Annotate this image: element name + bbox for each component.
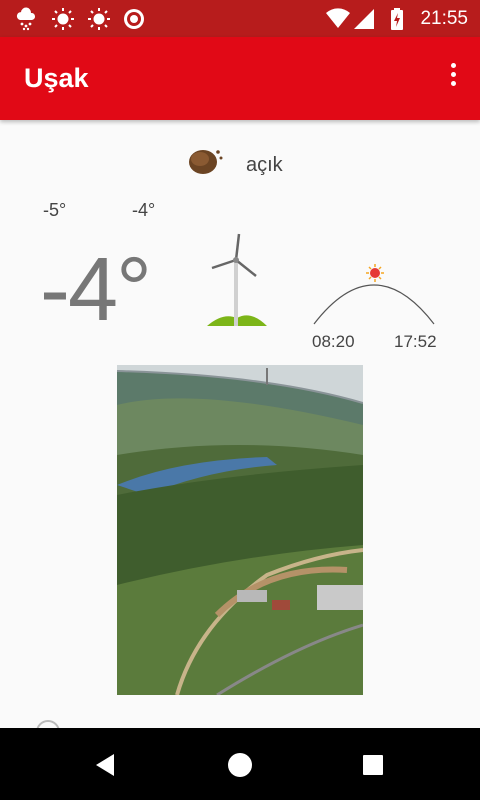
windmill-icon [207,233,267,326]
signal-icon [354,9,374,29]
sunset-time: 17:52 [394,332,437,351]
sun-arc-icon [313,264,435,325]
temp-high: -4° [132,200,156,220]
current-temperature: -4° [40,240,152,340]
status-bar: 21:55 [0,0,480,37]
page-title: Uşak [24,63,89,93]
overflow-menu-icon[interactable] [446,63,460,93]
temp-low: -5° [43,200,67,220]
app-bar: Uşak [0,37,480,120]
status-time: 21:55 [420,8,468,29]
sun-icon [88,8,110,30]
moon-icon [189,150,223,174]
battery-charging-icon [391,8,403,30]
aerial-photo [117,365,363,695]
condition-text: açık [246,154,283,176]
wifi-icon [326,8,350,28]
navigation-bar [0,728,480,800]
recents-icon[interactable] [358,750,388,780]
back-icon[interactable] [90,750,120,780]
home-icon[interactable] [225,750,255,780]
target-icon [124,9,144,29]
sun-icon [52,8,74,30]
cloud-snow-icon [16,7,36,31]
sunrise-time: 08:20 [312,332,355,351]
